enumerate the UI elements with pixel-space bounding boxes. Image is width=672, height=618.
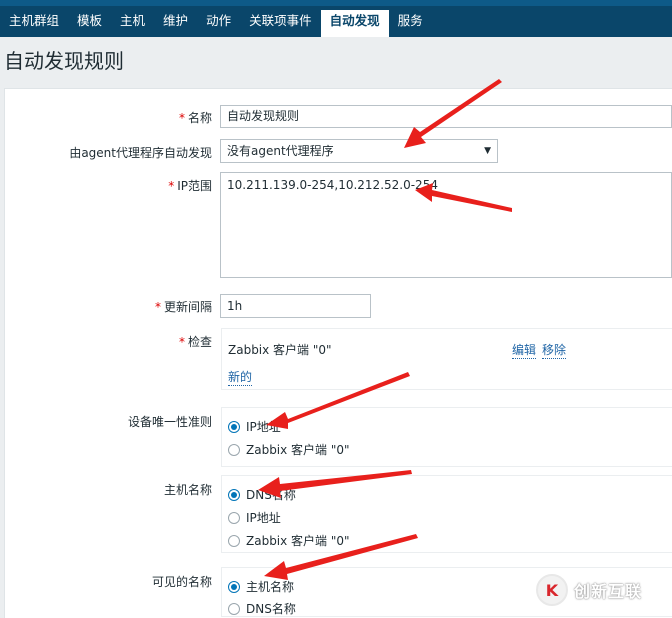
title-bar: 自动发现规则: [0, 37, 672, 84]
checks-label: * 检查: [178, 335, 212, 349]
radio-selected-icon: [228, 488, 240, 501]
nav-hosts[interactable]: 主机: [111, 10, 154, 37]
hostname-label: 主机名称: [163, 483, 212, 497]
uniqueness-label: 设备唯一性准则: [127, 415, 212, 429]
dropdown-arrow-icon: ▼: [484, 146, 491, 156]
name-label: * 名称: [178, 111, 212, 125]
page-title: 自动发现规则: [4, 49, 124, 73]
watermark: K 创新互联: [536, 570, 668, 610]
new-check-link[interactable]: 新的: [228, 368, 253, 386]
nav-maintenance[interactable]: 维护: [154, 10, 197, 37]
nav-actions[interactable]: 动作: [197, 10, 240, 37]
uniqueness-option-zabbix[interactable]: Zabbix 客户端 "0": [228, 441, 350, 458]
proxy-select-value: 没有agent代理程序: [227, 144, 334, 158]
nav-services[interactable]: 服务: [389, 10, 432, 37]
visible-option-dns[interactable]: DNS名称: [228, 600, 296, 617]
ip-range-textarea[interactable]: 10.211.139.0-254,10.212.52.0-254: [220, 172, 672, 278]
watermark-logo-icon: K: [536, 574, 568, 606]
hostname-option-dns[interactable]: DNS名称: [228, 486, 296, 503]
nav-host-groups[interactable]: 主机群组: [0, 10, 68, 37]
uniqueness-option-ip[interactable]: IP地址: [228, 418, 281, 435]
nav-discovery[interactable]: 自动发现: [320, 10, 389, 37]
nav-event-correlation[interactable]: 关联项事件: [240, 10, 321, 37]
radio-icon: [228, 534, 240, 547]
checks-box: Zabbix 客户端 "0" 编辑 移除 新的: [221, 328, 672, 390]
visible-name-label: 可见的名称: [151, 575, 212, 589]
top-strip: [0, 0, 672, 6]
nav-templates[interactable]: 模板: [68, 10, 111, 37]
radio-icon: [228, 511, 240, 524]
check-item: Zabbix 客户端 "0": [228, 343, 332, 357]
interval-input[interactable]: 1h: [220, 294, 371, 318]
radio-selected-icon: [228, 580, 240, 593]
proxy-select[interactable]: 没有agent代理程序 ▼: [220, 139, 498, 163]
radio-selected-icon: [228, 420, 240, 433]
top-navigation-bar: 主机群组 模板 主机 维护 动作 关联项事件 自动发现 服务: [0, 0, 672, 37]
uniqueness-box: [221, 407, 672, 467]
interval-label: * 更新间隔: [154, 300, 212, 314]
proxy-label: 由agent代理程序自动发现: [69, 146, 212, 160]
name-input[interactable]: 自动发现规则: [220, 105, 672, 128]
remove-check-link[interactable]: 移除: [542, 341, 567, 359]
radio-icon: [228, 443, 240, 456]
radio-icon: [228, 602, 240, 615]
hostname-option-ip[interactable]: IP地址: [228, 509, 281, 526]
edit-check-link[interactable]: 编辑: [512, 341, 537, 359]
hostname-option-zabbix[interactable]: Zabbix 客户端 "0": [228, 532, 350, 549]
watermark-text: 创新互联: [574, 582, 643, 601]
visible-option-hostname[interactable]: 主机名称: [228, 578, 294, 595]
ip-range-label: * IP范围: [168, 179, 212, 193]
main-menu: 主机群组 模板 主机 维护 动作 关联项事件 自动发现 服务: [0, 10, 432, 37]
